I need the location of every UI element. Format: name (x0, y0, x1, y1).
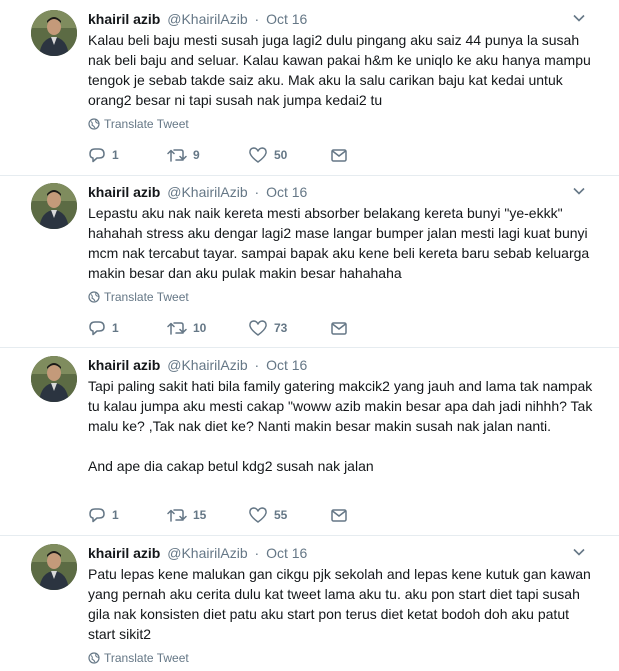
tweet-header: khairil azib @KhairilAzib · Oct 16 (88, 544, 307, 562)
retweet-icon (167, 322, 187, 335)
globe-icon (88, 118, 100, 130)
translate-label: Translate Tweet (104, 117, 189, 131)
tweet-header: khairil azib @KhairilAzib · Oct 16 (88, 10, 307, 28)
heart-icon (249, 507, 267, 523)
retweet-icon (167, 149, 187, 162)
like-button[interactable]: 73 (248, 319, 287, 337)
reply-icon (89, 321, 105, 336)
translate-tweet-link[interactable]: Translate Tweet (88, 116, 189, 132)
translate-tweet-link[interactable]: Translate Tweet (88, 289, 189, 305)
envelope-icon (331, 149, 347, 162)
retweet-button[interactable]: 10 (167, 319, 206, 337)
display-name[interactable]: khairil azib (88, 357, 160, 373)
display-name[interactable]: khairil azib (88, 11, 160, 27)
retweet-button[interactable]: 9 (167, 146, 200, 164)
avatar[interactable] (31, 10, 77, 56)
tweet-date[interactable]: Oct 16 (266, 11, 307, 27)
tweet-header: khairil azib @KhairilAzib · Oct 16 (88, 356, 307, 374)
display-name[interactable]: khairil azib (88, 184, 160, 200)
separator: · (254, 11, 260, 27)
dm-button[interactable] (330, 506, 354, 524)
reply-icon (89, 508, 105, 523)
tweet-date[interactable]: Oct 16 (266, 357, 307, 373)
translate-label: Translate Tweet (104, 651, 189, 665)
tweet-text: Kalau beli baju mesti susah juga lagi2 d… (88, 32, 595, 108)
like-count: 50 (274, 148, 288, 162)
reply-count: 1 (112, 321, 119, 335)
chevron-down-icon[interactable] (572, 545, 586, 559)
avatar[interactable] (31, 183, 77, 229)
retweet-count: 9 (193, 148, 200, 162)
tweet-text: Patu lepas kene malukan gan cikgu pjk se… (88, 566, 595, 642)
reply-count: 1 (112, 148, 119, 162)
translate-tweet-link[interactable]: Translate Tweet (88, 650, 189, 666)
reply-button[interactable]: 1 (88, 506, 119, 524)
tweet-text: Tapi paling sakit hati bila family gater… (88, 378, 593, 474)
handle[interactable]: @KhairilAzib (167, 184, 247, 200)
separator: · (254, 184, 260, 200)
separator: · (254, 357, 260, 373)
tweet-actions: 1 10 73 (88, 319, 368, 339)
handle[interactable]: @KhairilAzib (167, 545, 247, 561)
envelope-icon (331, 322, 347, 335)
tweet-date[interactable]: Oct 16 (266, 184, 307, 200)
reply-count: 1 (112, 508, 119, 522)
heart-icon (249, 147, 267, 163)
heart-icon (249, 320, 267, 336)
reply-button[interactable]: 1 (88, 146, 119, 164)
tweet-divider (0, 535, 619, 536)
globe-icon (88, 291, 100, 303)
retweet-count: 15 (193, 508, 207, 522)
tweet-actions: 1 9 50 (88, 146, 368, 166)
globe-icon (88, 652, 100, 664)
avatar[interactable] (31, 356, 77, 402)
translate-label: Translate Tweet (104, 290, 189, 304)
avatar[interactable] (31, 544, 77, 590)
chevron-down-icon[interactable] (572, 11, 586, 25)
retweet-icon (167, 509, 187, 522)
envelope-icon (331, 509, 347, 522)
reply-button[interactable]: 1 (88, 319, 119, 337)
separator: · (254, 545, 260, 561)
like-count: 73 (274, 321, 288, 335)
retweet-button[interactable]: 15 (167, 506, 206, 524)
tweet-divider (0, 175, 619, 176)
display-name[interactable]: khairil azib (88, 545, 160, 561)
handle[interactable]: @KhairilAzib (167, 11, 247, 27)
tweet-header: khairil azib @KhairilAzib · Oct 16 (88, 183, 307, 201)
tweet-actions: 1 15 55 (88, 506, 368, 526)
tweet-divider (0, 347, 619, 348)
dm-button[interactable] (330, 319, 354, 337)
reply-icon (89, 148, 105, 163)
like-count: 55 (274, 508, 288, 522)
like-button[interactable]: 50 (248, 146, 287, 164)
tweet-feed: khairil azib @KhairilAzib · Oct 16 Kalau… (0, 0, 619, 671)
handle[interactable]: @KhairilAzib (167, 357, 247, 373)
tweet-date[interactable]: Oct 16 (266, 545, 307, 561)
dm-button[interactable] (330, 146, 354, 164)
like-button[interactable]: 55 (248, 506, 287, 524)
retweet-count: 10 (193, 321, 207, 335)
tweet-text: Lepastu aku nak naik kereta mesti absorb… (88, 205, 594, 281)
chevron-down-icon[interactable] (572, 184, 586, 198)
